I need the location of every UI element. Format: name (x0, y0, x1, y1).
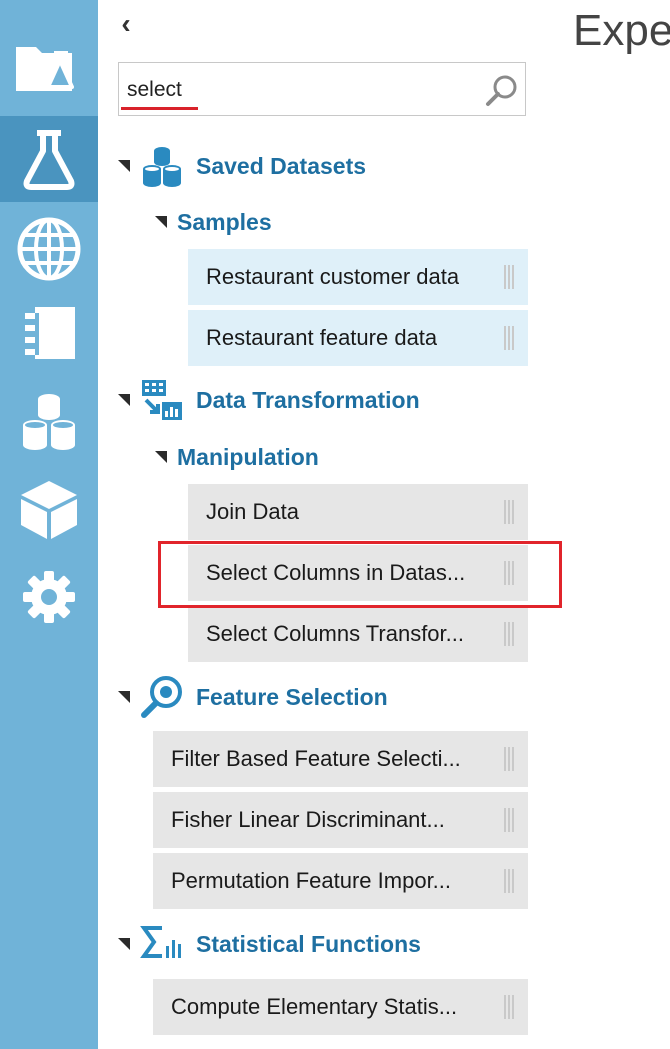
drag-grip-icon[interactable] (504, 747, 514, 771)
group-title: Saved Datasets (196, 152, 367, 179)
studio-window: ‹ select Saved Datasets Samples Restaura… (0, 0, 670, 1049)
group-title: Data Transformation (196, 386, 420, 413)
saved-datasets-icon (143, 147, 181, 187)
module-item[interactable]: Fisher Linear Discriminant... (153, 792, 528, 848)
drag-grip-icon[interactable] (504, 561, 514, 585)
nav-settings[interactable] (0, 554, 98, 640)
drag-grip-icon[interactable] (504, 265, 514, 289)
module-label: Select Columns in Datas... (206, 560, 466, 585)
module-label: Restaurant feature data (206, 325, 438, 350)
module-item[interactable]: Select Columns in Datas... (188, 545, 528, 601)
group-statistical-functions[interactable]: Statistical Functions (118, 924, 421, 964)
chevron-left-icon: ‹ (121, 8, 131, 39)
notebooks-icon (25, 307, 75, 359)
subgroup-title: Manipulation (177, 443, 319, 470)
module-label: Permutation Feature Impor... (171, 868, 452, 893)
experiment-canvas[interactable]: Expe (547, 0, 670, 1049)
module-label: Compute Elementary Statis... (171, 994, 458, 1019)
canvas-title: Expe (573, 6, 670, 55)
search-input[interactable] (127, 75, 467, 105)
group-data-transformation[interactable]: Data Transformation (118, 380, 420, 420)
module-label: Restaurant customer data (206, 264, 460, 289)
expanded-arrow-icon (118, 938, 130, 950)
expanded-arrow-icon (155, 216, 167, 228)
module-label: Filter Based Feature Selecti... (171, 746, 461, 771)
module-label: Fisher Linear Discriminant... (171, 807, 445, 832)
search-box[interactable] (118, 62, 526, 116)
nav-datasets[interactable] (0, 378, 98, 464)
group-feature-selection[interactable]: Feature Selection (118, 676, 388, 718)
expanded-arrow-icon (118, 691, 130, 703)
drag-grip-icon[interactable] (504, 326, 514, 350)
statistical-functions-icon (140, 926, 181, 958)
subgroup-samples[interactable]: Samples (155, 202, 272, 242)
nav-web-services[interactable] (0, 206, 98, 292)
drag-grip-icon[interactable] (504, 995, 514, 1019)
module-palette: ‹ select Saved Datasets Samples Restaura… (98, 0, 547, 1049)
data-transformation-icon (142, 380, 182, 420)
drag-grip-icon[interactable] (504, 808, 514, 832)
subgroup-manipulation[interactable]: Manipulation (155, 437, 319, 477)
drag-grip-icon[interactable] (504, 622, 514, 646)
module-item[interactable]: Permutation Feature Impor... (153, 853, 528, 909)
datasets-icon (23, 394, 75, 450)
module-label: Join Data (206, 499, 299, 524)
expanded-arrow-icon (118, 160, 130, 172)
web-services-icon (17, 217, 81, 281)
expanded-arrow-icon (155, 451, 167, 463)
nav-experiments[interactable] (0, 116, 98, 202)
subgroup-title: Samples (177, 208, 272, 235)
drag-grip-icon[interactable] (504, 500, 514, 524)
spellcheck-underline (121, 107, 198, 110)
nav-notebooks[interactable] (0, 290, 98, 376)
drag-grip-icon[interactable] (504, 869, 514, 893)
module-item[interactable]: Compute Elementary Statis... (153, 979, 528, 1035)
nav-rail (0, 0, 98, 1049)
module-item[interactable]: Join Data (188, 484, 528, 540)
settings-icon (23, 571, 75, 623)
module-item[interactable]: Restaurant customer data (188, 249, 528, 305)
group-title: Feature Selection (196, 683, 388, 710)
feature-selection-icon (141, 676, 182, 718)
module-label: Select Columns Transfor... (206, 621, 464, 646)
projects-icon (16, 47, 74, 91)
module-item[interactable]: Filter Based Feature Selecti... (153, 731, 528, 787)
trained-models-icon (21, 481, 77, 539)
experiments-icon (23, 130, 75, 190)
search-icon[interactable] (485, 73, 519, 107)
nav-trained-models[interactable] (0, 466, 98, 552)
nav-projects[interactable] (0, 22, 98, 108)
group-title: Statistical Functions (196, 930, 421, 957)
collapse-palette-button[interactable]: ‹ (114, 10, 138, 38)
module-item[interactable]: Select Columns Transfor... (188, 606, 528, 662)
group-saved-datasets[interactable]: Saved Datasets (118, 146, 367, 187)
expanded-arrow-icon (118, 394, 130, 406)
module-item[interactable]: Restaurant feature data (188, 310, 528, 366)
